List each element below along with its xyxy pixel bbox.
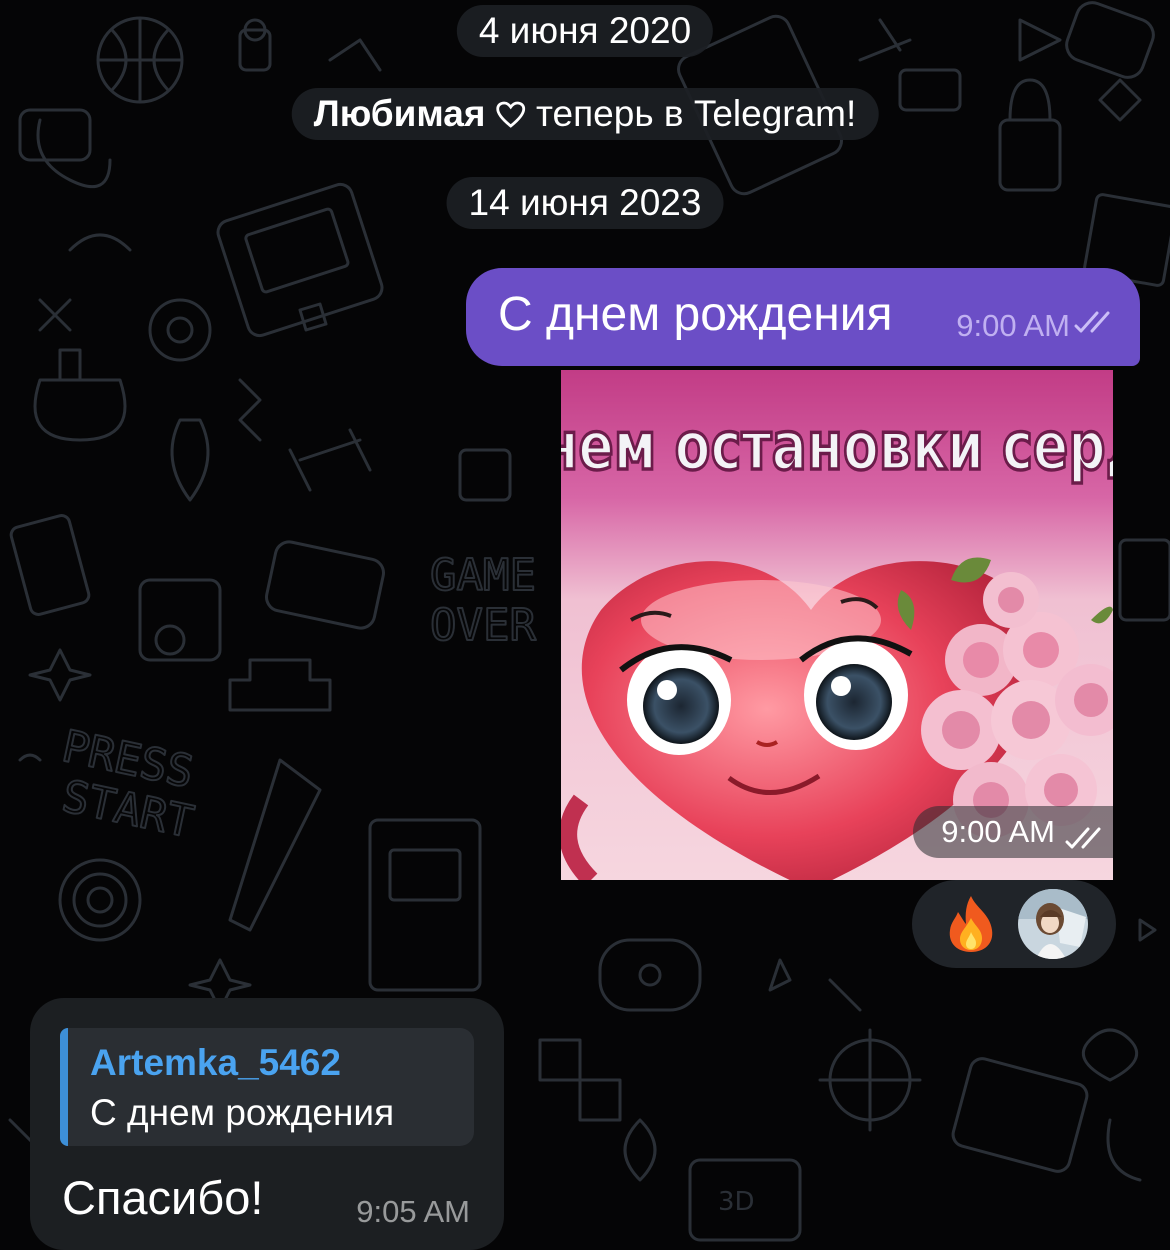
- sticker-message[interactable]: с днем остановки сердца: [561, 370, 1113, 880]
- double-check-icon: [1065, 827, 1101, 849]
- sticker-caption: с днем остановки сердца: [561, 408, 1113, 486]
- message-time: 9:00 AM: [941, 814, 1055, 849]
- message-text: Спасибо!: [62, 1171, 264, 1224]
- date-separator: 4 июня 2020: [456, 5, 714, 57]
- reactions-bar[interactable]: [912, 880, 1116, 968]
- reply-accent-bar: [60, 1028, 68, 1146]
- svg-text:GAME: GAME: [430, 550, 536, 601]
- incoming-message-bubble[interactable]: Artemka_5462 С днем рождения Спасибо! 9:…: [30, 998, 504, 1250]
- outgoing-message-bubble[interactable]: С днем рождения 9:00 AM: [466, 268, 1140, 366]
- service-message-joined: Любимая теперь в Telegram!: [291, 88, 879, 140]
- reply-quote[interactable]: Artemka_5462 С днем рождения: [60, 1028, 474, 1146]
- heart-outline-icon: [496, 101, 526, 128]
- contact-name[interactable]: Любимая: [314, 93, 486, 134]
- heart-sticker-image: с днем остановки сердца: [561, 370, 1113, 880]
- date-separator: 14 июня 2023: [446, 177, 724, 229]
- message-time: 9:05 AM: [356, 1194, 470, 1229]
- reaction-user-avatar[interactable]: [1018, 889, 1088, 959]
- avatar-image: [1018, 889, 1088, 959]
- double-check-icon: [1074, 311, 1110, 333]
- date-label: 4 июня 2020: [478, 10, 692, 51]
- reply-author: Artemka_5462: [90, 1042, 341, 1083]
- reply-text: С днем рождения: [90, 1092, 395, 1133]
- fire-icon[interactable]: [942, 894, 1000, 954]
- svg-text:3D: 3D: [718, 1187, 755, 1217]
- service-text: теперь в Telegram!: [536, 93, 857, 134]
- date-label: 14 июня 2023: [468, 182, 702, 223]
- message-text: С днем рождения: [498, 288, 893, 341]
- svg-text:OVER: OVER: [430, 600, 536, 651]
- message-time: 9:00 AM: [956, 308, 1070, 343]
